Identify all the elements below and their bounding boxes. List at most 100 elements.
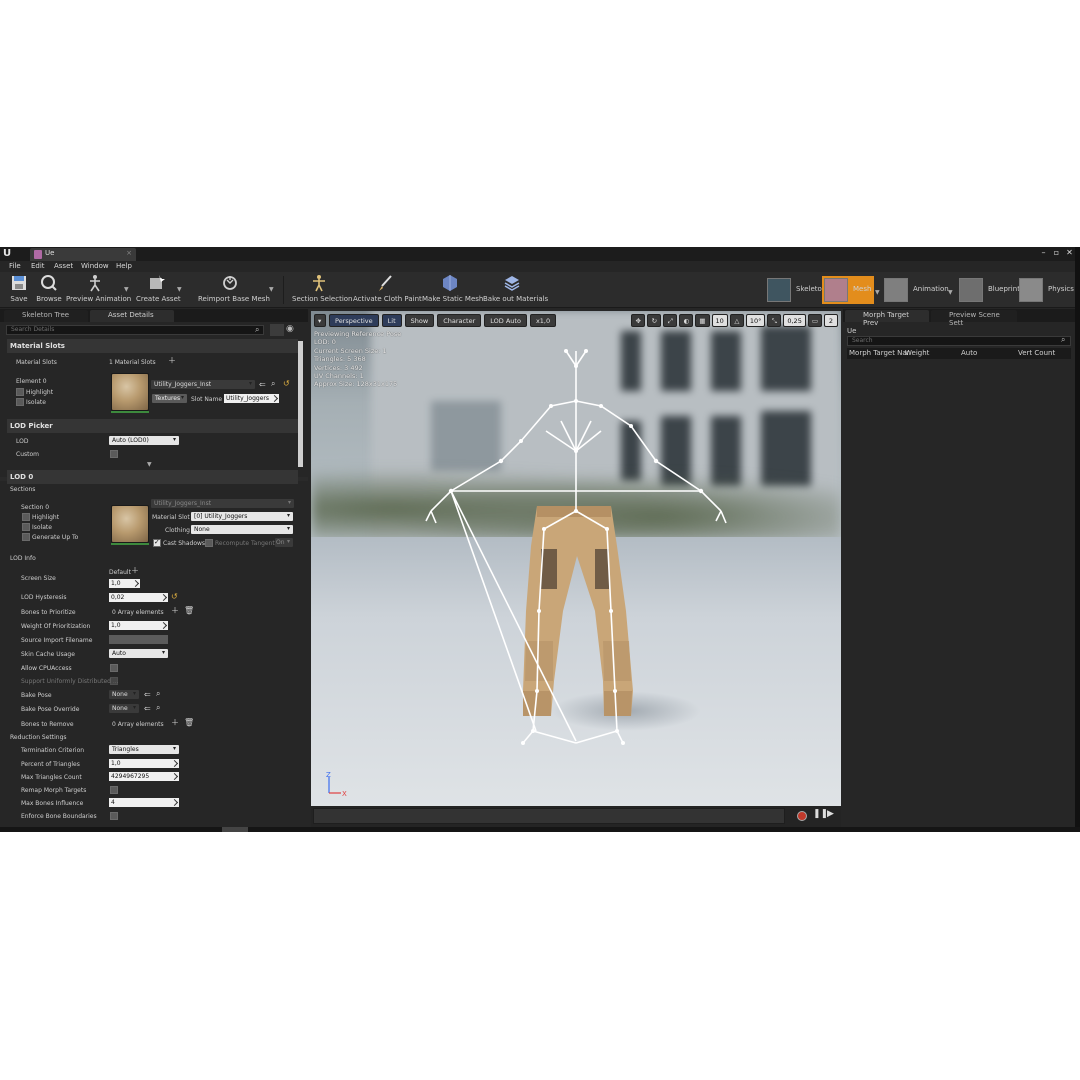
bake-pose-browse-icon[interactable]: ⌕ bbox=[156, 689, 160, 698]
slot-name-field[interactable]: Utility_Joggers bbox=[224, 394, 279, 403]
trash-icon[interactable]: 🗑 bbox=[184, 606, 194, 615]
lod-hysteresis-field[interactable]: 0,02 bbox=[109, 593, 168, 602]
mode-mesh-dropdown-icon[interactable]: ▼ bbox=[875, 289, 880, 296]
play-icon[interactable]: ▶ bbox=[827, 809, 834, 819]
termination-criterion-dropdown[interactable]: Triangles bbox=[109, 745, 179, 754]
create-asset-dropdown-icon[interactable]: ▼ bbox=[177, 286, 182, 293]
isolate-checkbox[interactable] bbox=[16, 398, 24, 406]
browse-search-icon[interactable]: ⌕ bbox=[271, 379, 275, 388]
bake-pose-override-use-selected-icon[interactable]: ⇐ bbox=[144, 704, 151, 713]
generate-up-to-checkbox[interactable] bbox=[22, 533, 30, 541]
reduction-settings-subcategory[interactable]: Reduction Settings bbox=[7, 732, 303, 744]
material-slot-dropdown[interactable]: [0] Utility_Joggers bbox=[191, 512, 293, 521]
preview-animation-button[interactable]: Preview Animation bbox=[66, 274, 131, 303]
material-asset-picker[interactable]: Utility_Joggers_Inst bbox=[151, 380, 255, 389]
maximize-button[interactable]: ▫ bbox=[1052, 248, 1061, 258]
custom-checkbox[interactable] bbox=[110, 450, 118, 458]
trash-remove-icon[interactable]: 🗑 bbox=[184, 718, 194, 727]
minimize-button[interactable]: – bbox=[1039, 248, 1048, 258]
col-auto[interactable]: Auto bbox=[961, 349, 977, 357]
bake-pose-use-selected-icon[interactable]: ⇐ bbox=[144, 690, 151, 699]
skin-cache-usage-dropdown[interactable]: Auto bbox=[109, 649, 168, 658]
max-triangles-count-field[interactable]: 4294967295 bbox=[109, 772, 179, 781]
close-window-button[interactable]: ✕ bbox=[1065, 248, 1074, 258]
enforce-bone-boundaries-checkbox[interactable] bbox=[110, 812, 118, 820]
character-button[interactable]: Character bbox=[437, 314, 482, 327]
allow-cpu-access-checkbox[interactable] bbox=[110, 664, 118, 672]
reimport-base-mesh-button[interactable]: Reimport Base Mesh bbox=[198, 274, 270, 303]
tab-skeleton-tree[interactable]: Skeleton Tree bbox=[4, 310, 88, 322]
lit-button[interactable]: Lit bbox=[381, 314, 402, 327]
menu-help[interactable]: Help bbox=[116, 262, 132, 270]
recompute-tangent-checkbox[interactable] bbox=[205, 539, 213, 547]
section-isolate-checkbox[interactable] bbox=[22, 523, 30, 531]
menu-file[interactable]: File bbox=[9, 262, 21, 270]
textures-dropdown[interactable]: Textures bbox=[152, 394, 187, 403]
material-thumbnail[interactable] bbox=[111, 373, 149, 411]
lod-dropdown[interactable]: Auto (LOD0) bbox=[109, 436, 179, 445]
add-bone-icon[interactable]: ＋ bbox=[171, 606, 179, 615]
browse-button[interactable]: Browse bbox=[36, 274, 62, 303]
tab-preview-scene-settings[interactable]: Preview Scene Sett bbox=[931, 310, 1017, 327]
bake-pose-dropdown[interactable]: None bbox=[109, 690, 139, 699]
screen-size-field[interactable]: 1,0 bbox=[109, 579, 140, 588]
add-bone-remove-icon[interactable]: ＋ bbox=[171, 718, 179, 727]
reimport-dropdown-icon[interactable]: ▼ bbox=[269, 286, 274, 293]
section-highlight-checkbox[interactable] bbox=[22, 513, 30, 521]
rotation-snap-value[interactable]: 10° bbox=[745, 314, 766, 327]
col-morph-target-name[interactable]: Morph Target Nar bbox=[849, 349, 910, 357]
expand-arrow-icon[interactable]: ▼ bbox=[147, 461, 152, 468]
bake-out-materials-button[interactable]: Bake out Materials bbox=[483, 274, 548, 303]
lod-auto-button[interactable]: LOD Auto bbox=[484, 314, 527, 327]
horizontal-scrollbar-thumb[interactable] bbox=[222, 827, 248, 832]
save-button[interactable]: Save bbox=[8, 274, 30, 303]
record-button[interactable] bbox=[797, 811, 807, 821]
world-local-icon[interactable]: ◐ bbox=[679, 314, 694, 327]
lod-info-subcategory[interactable]: LOD Info bbox=[7, 553, 303, 565]
rotate-icon[interactable]: ↻ bbox=[647, 314, 662, 327]
playback-speed-button[interactable]: x1,0 bbox=[529, 314, 557, 327]
make-static-mesh-button[interactable]: Make Static Mesh bbox=[422, 274, 483, 303]
menu-asset[interactable]: Asset bbox=[54, 262, 73, 270]
use-selected-arrow-icon[interactable]: ⇐ bbox=[259, 380, 266, 389]
tab-morph-target-preview[interactable]: Morph Target Prev bbox=[845, 310, 929, 327]
timeline-scrubber[interactable] bbox=[313, 808, 785, 824]
3d-viewport[interactable]: ▾ Perspective Lit Show Character LOD Aut… bbox=[311, 311, 841, 806]
rotation-snap-icon[interactable]: △ bbox=[729, 314, 744, 327]
menu-window[interactable]: Window bbox=[81, 262, 109, 270]
lod-picker-category[interactable]: LOD Picker bbox=[7, 419, 298, 433]
clothing-dropdown[interactable]: None bbox=[191, 525, 293, 534]
scale-snap-icon[interactable]: ⤡ bbox=[767, 314, 782, 327]
preview-animation-dropdown-icon[interactable]: ▼ bbox=[124, 286, 129, 293]
section-selection-button[interactable]: Section Selection bbox=[292, 274, 353, 303]
create-asset-button[interactable]: Create Asset bbox=[136, 274, 181, 303]
activate-cloth-paint-button[interactable]: Activate Cloth Paint bbox=[353, 274, 422, 303]
source-import-filename-field[interactable] bbox=[109, 635, 168, 644]
viewport-options-icon[interactable]: ▾ bbox=[314, 314, 326, 327]
grid-snap-icon[interactable]: ▦ bbox=[695, 314, 710, 327]
details-search-input[interactable]: Search Details bbox=[6, 325, 264, 335]
material-slots-category[interactable]: Material Slots bbox=[7, 339, 298, 353]
percent-of-triangles-field[interactable]: 1,0 bbox=[109, 759, 179, 768]
reset-hysteresis-icon[interactable]: ↺ bbox=[171, 592, 178, 601]
pause-icon[interactable]: ❚❚ bbox=[813, 809, 828, 819]
grid-view-icon[interactable] bbox=[270, 324, 284, 336]
grid-snap-value[interactable]: 10 bbox=[711, 314, 728, 327]
scale-icon[interactable]: ⤢ bbox=[663, 314, 678, 327]
reset-icon[interactable]: ↺ bbox=[283, 379, 290, 388]
tab-asset-details[interactable]: Asset Details bbox=[90, 310, 174, 322]
mode-animation-dropdown-icon[interactable]: ▼ bbox=[948, 289, 953, 296]
menu-edit[interactable]: Edit bbox=[31, 262, 45, 270]
sections-subcategory[interactable]: Sections bbox=[7, 484, 303, 496]
remap-morph-targets-checkbox[interactable] bbox=[110, 786, 118, 794]
cast-shadows-checkbox[interactable] bbox=[153, 538, 161, 547]
visibility-eye-icon[interactable]: ◉ bbox=[286, 324, 294, 334]
close-tab-icon[interactable]: × bbox=[126, 249, 132, 257]
document-tab[interactable]: Ue × bbox=[30, 248, 136, 261]
morph-search-input[interactable]: Search bbox=[847, 336, 1071, 346]
add-icon[interactable]: ＋ bbox=[168, 356, 176, 365]
camera-speed-icon[interactable]: ▭ bbox=[807, 314, 822, 327]
scale-snap-value[interactable]: 0,25 bbox=[783, 314, 806, 327]
translate-icon[interactable]: ✥ bbox=[631, 314, 646, 327]
lod0-category[interactable]: LOD 0 bbox=[7, 470, 298, 484]
